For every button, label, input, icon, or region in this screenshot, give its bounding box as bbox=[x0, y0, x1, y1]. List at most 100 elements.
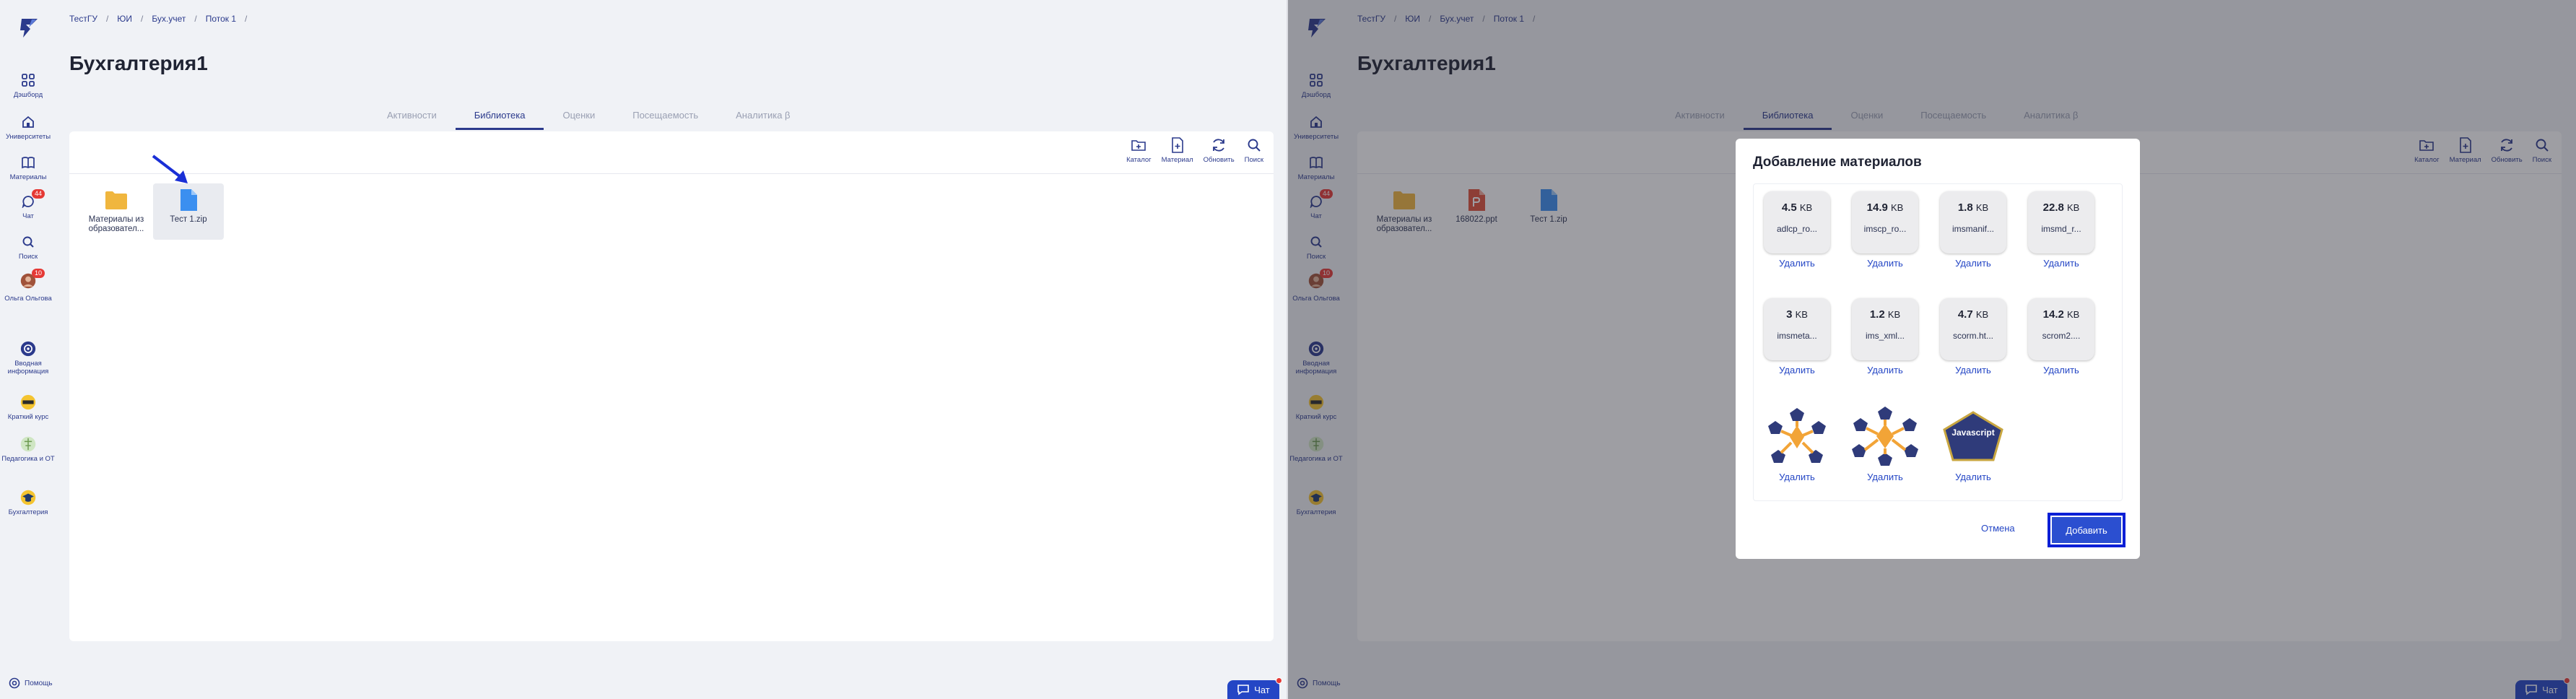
tab-library[interactable]: Библиотека bbox=[455, 104, 544, 130]
catalog-button[interactable]: Каталог bbox=[1126, 136, 1152, 164]
file-size: 14.2 KB bbox=[2043, 308, 2080, 321]
diagram-thumbnail-icon bbox=[1852, 405, 1918, 467]
breadcrumb-separator: / bbox=[141, 14, 144, 24]
delete-button[interactable]: Удалить bbox=[1779, 472, 1815, 482]
profile-badge: 10 bbox=[31, 269, 45, 278]
file-label: Материалы из образовател... bbox=[88, 215, 144, 233]
chat-icon: 44 bbox=[20, 189, 45, 209]
divider bbox=[69, 173, 1274, 174]
file-size-unit: KB bbox=[1795, 309, 1808, 320]
file-size: 3 KB bbox=[1786, 308, 1808, 321]
sidebar-item-search[interactable]: Поиск bbox=[0, 234, 56, 261]
page-title: Бухгалтерия1 bbox=[69, 52, 208, 74]
tab-activities[interactable]: Активности bbox=[368, 104, 456, 130]
file-size: 4.5 KB bbox=[1782, 201, 1812, 214]
file-size: 14.9 KB bbox=[1867, 201, 1904, 214]
file-size: 22.8 KB bbox=[2043, 201, 2080, 214]
file-size: 1.2 KB bbox=[1870, 308, 1900, 321]
course-short-icon bbox=[20, 394, 36, 410]
delete-button[interactable]: Удалить bbox=[2043, 258, 2079, 269]
dialog-title: Добавление материалов bbox=[1753, 155, 1922, 170]
sidebar-item-materials[interactable]: Материалы bbox=[0, 155, 56, 181]
chat-button[interactable]: Чат bbox=[1227, 677, 1282, 699]
file-size-value: 14.2 bbox=[2042, 308, 2064, 321]
file-card: 22.8 KB imsmd_r... bbox=[2028, 191, 2094, 253]
material-button[interactable]: Материал bbox=[1162, 136, 1193, 164]
delete-button[interactable]: Удалить bbox=[1779, 365, 1815, 375]
help-link[interactable]: Помощь bbox=[9, 677, 53, 689]
delete-button[interactable]: Удалить bbox=[1867, 258, 1903, 269]
tab-analytics[interactable]: Аналитика β bbox=[717, 104, 809, 130]
library-panel: Каталог Материал Обновить Поиск Материал… bbox=[69, 131, 1274, 641]
course-pedagogy-icon bbox=[20, 436, 36, 452]
folder-icon bbox=[104, 188, 129, 212]
file-card: 1.2 KB ims_xml... bbox=[1852, 298, 1918, 360]
breadcrumb-separator: / bbox=[105, 14, 109, 24]
tab-grades[interactable]: Оценки bbox=[544, 104, 614, 130]
delete-button[interactable]: Удалить bbox=[1867, 472, 1903, 482]
tool-label: Каталог bbox=[1126, 156, 1152, 164]
file-size: 4.7 KB bbox=[1958, 308, 1988, 321]
sidebar-item-label: Ольга Ольгова bbox=[4, 295, 52, 303]
tool-label: Обновить bbox=[1203, 156, 1235, 164]
breadcrumb-item[interactable]: ТестГУ bbox=[69, 14, 97, 24]
sidebar-item-label: Университеты bbox=[5, 133, 51, 141]
tool-label: Поиск bbox=[1244, 156, 1263, 164]
file-size-value: 1.2 bbox=[1869, 308, 1885, 321]
breadcrumb-item[interactable]: Поток 1 bbox=[206, 14, 236, 24]
upload-file-tile: 4.5 KB adlcp_ro... Удалить bbox=[1764, 191, 1830, 269]
search-icon bbox=[20, 234, 36, 250]
chat-badge: 44 bbox=[31, 189, 45, 199]
file-size-unit: KB bbox=[2067, 309, 2080, 320]
delete-button[interactable]: Удалить bbox=[1955, 365, 1991, 375]
sidebar-item-label: Вводная информация bbox=[7, 360, 49, 375]
book-icon bbox=[20, 155, 36, 170]
file-card: 4.5 KB adlcp_ro... bbox=[1764, 191, 1830, 253]
sidebar-course-intro[interactable]: Вводная информация bbox=[0, 341, 56, 375]
upload-file-tile: 1.8 KB imsmanif... Удалить bbox=[1940, 191, 2006, 269]
javascript-thumbnail-icon: Javascript bbox=[1940, 405, 2006, 467]
sidebar-item-label: Педагогика и ОТ bbox=[1, 455, 55, 463]
file-name: scrom2.... bbox=[2042, 331, 2081, 341]
file-label: Тест 1.zip bbox=[170, 215, 207, 224]
delete-button[interactable]: Удалить bbox=[1955, 258, 1991, 269]
sidebar-item-dashboard[interactable]: Дэшборд bbox=[0, 72, 56, 99]
refresh-button[interactable]: Обновить bbox=[1204, 136, 1235, 164]
breadcrumb-item[interactable]: Бух.учет bbox=[152, 14, 186, 24]
delete-button[interactable]: Удалить bbox=[1955, 472, 1991, 482]
avatar: 10 bbox=[20, 269, 45, 289]
folder-item[interactable]: Материалы из образовател... bbox=[81, 183, 152, 240]
sidebar-item-label: Краткий курс bbox=[7, 413, 49, 421]
file-size-unit: KB bbox=[1887, 309, 1901, 320]
tab-attendance[interactable]: Посещаемость bbox=[614, 104, 717, 130]
delete-button[interactable]: Удалить bbox=[1779, 258, 1815, 269]
cancel-button[interactable]: Отмена bbox=[1981, 523, 2015, 534]
file-icon bbox=[176, 188, 201, 212]
delete-button[interactable]: Удалить bbox=[1867, 365, 1903, 375]
sidebar-course-pedagogy[interactable]: Педагогика и ОТ bbox=[0, 436, 56, 463]
delete-button[interactable]: Удалить bbox=[2043, 365, 2079, 375]
arrow-pointer-icon bbox=[152, 155, 188, 183]
course-accounting-icon bbox=[20, 490, 36, 505]
breadcrumb-item[interactable]: ЮИ bbox=[117, 14, 132, 24]
upload-image-tile: Удалить bbox=[1852, 405, 1918, 482]
sidebar-item-chat[interactable]: 44 Чат bbox=[0, 189, 56, 220]
tab-bar: Активности Библиотека Оценки Посещаемост… bbox=[368, 104, 809, 130]
search-button[interactable]: Поиск bbox=[1245, 136, 1263, 164]
add-button[interactable]: Добавить bbox=[2048, 513, 2125, 547]
file-name: ims_xml... bbox=[1866, 331, 1905, 341]
file-card: 14.9 KB imscp_ro... bbox=[1852, 191, 1918, 253]
sidebar-item-profile[interactable]: 10 Ольга Ольгова bbox=[0, 269, 56, 303]
sidebar-course-short[interactable]: Краткий курс bbox=[0, 394, 56, 421]
sidebar-course-accounting[interactable]: Бухгалтерия bbox=[0, 490, 56, 516]
refresh-icon bbox=[1209, 136, 1228, 155]
file-item[interactable]: Тест 1.zip bbox=[153, 183, 224, 240]
sidebar-item-universities[interactable]: Университеты bbox=[0, 114, 56, 141]
logo-icon[interactable] bbox=[16, 16, 40, 40]
file-size-unit: KB bbox=[1799, 202, 1813, 213]
breadcrumb-separator: / bbox=[245, 14, 248, 24]
file-size-value: 4.5 bbox=[1781, 201, 1797, 214]
file-size-value: 1.8 bbox=[1957, 201, 1973, 214]
sidebar-item-label: Дэшборд bbox=[13, 91, 43, 99]
file-name: imsmeta... bbox=[1777, 331, 1817, 341]
